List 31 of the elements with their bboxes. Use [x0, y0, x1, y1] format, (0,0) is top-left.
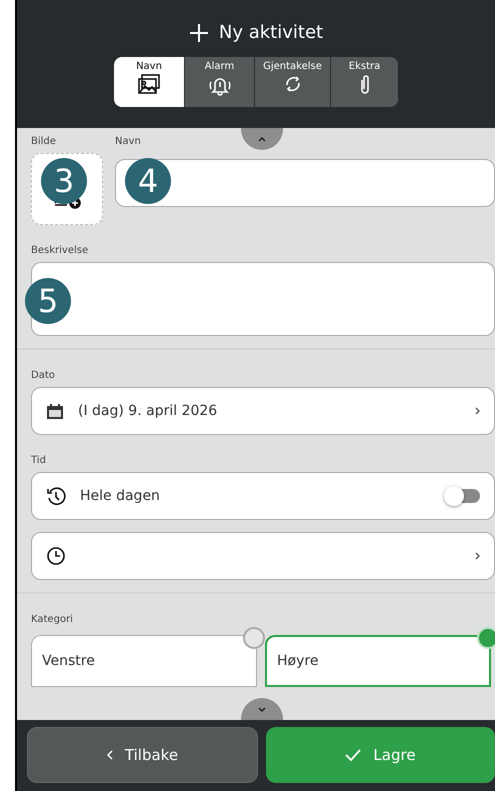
chevron-right-icon: [475, 407, 480, 415]
back-button[interactable]: Tilbake: [27, 727, 258, 783]
field-label: Dato: [31, 370, 55, 381]
all-day-toggle[interactable]: [446, 489, 480, 503]
images-icon: [138, 74, 160, 94]
chevron-left-icon: [106, 750, 113, 760]
description-input[interactable]: [31, 262, 495, 336]
field-label: Bilde: [31, 136, 56, 147]
date-field[interactable]: (I dag) 9. april 2026: [31, 387, 495, 435]
tab[interactable]: Ekstra: [330, 57, 398, 107]
category-option[interactable]: Venstre: [31, 635, 257, 687]
field-label: Tid: [31, 455, 46, 466]
all-day-row[interactable]: Hele dagen: [31, 472, 495, 520]
category-option[interactable]: Høyre: [265, 635, 491, 687]
caret-icon: [258, 136, 266, 142]
caret-icon: [258, 706, 266, 712]
scroll-down-button[interactable]: [241, 698, 283, 720]
scroll-up-button[interactable]: [241, 128, 283, 150]
page-title: Ny aktivitet: [218, 22, 324, 43]
calendar-icon: [46, 402, 64, 420]
checkmark-icon: [345, 749, 362, 761]
name-input[interactable]: [115, 159, 495, 207]
time-field[interactable]: [31, 532, 495, 580]
chevron-right-icon: [475, 552, 480, 560]
tab[interactable]: Navn: [114, 57, 184, 107]
plus-icon: [188, 22, 209, 42]
field-label: Kategori: [31, 614, 73, 625]
field-label: Navn: [115, 136, 141, 147]
field-label: Beskrivelse: [31, 245, 88, 256]
history-icon: [46, 486, 66, 506]
clock-icon: [46, 546, 66, 566]
